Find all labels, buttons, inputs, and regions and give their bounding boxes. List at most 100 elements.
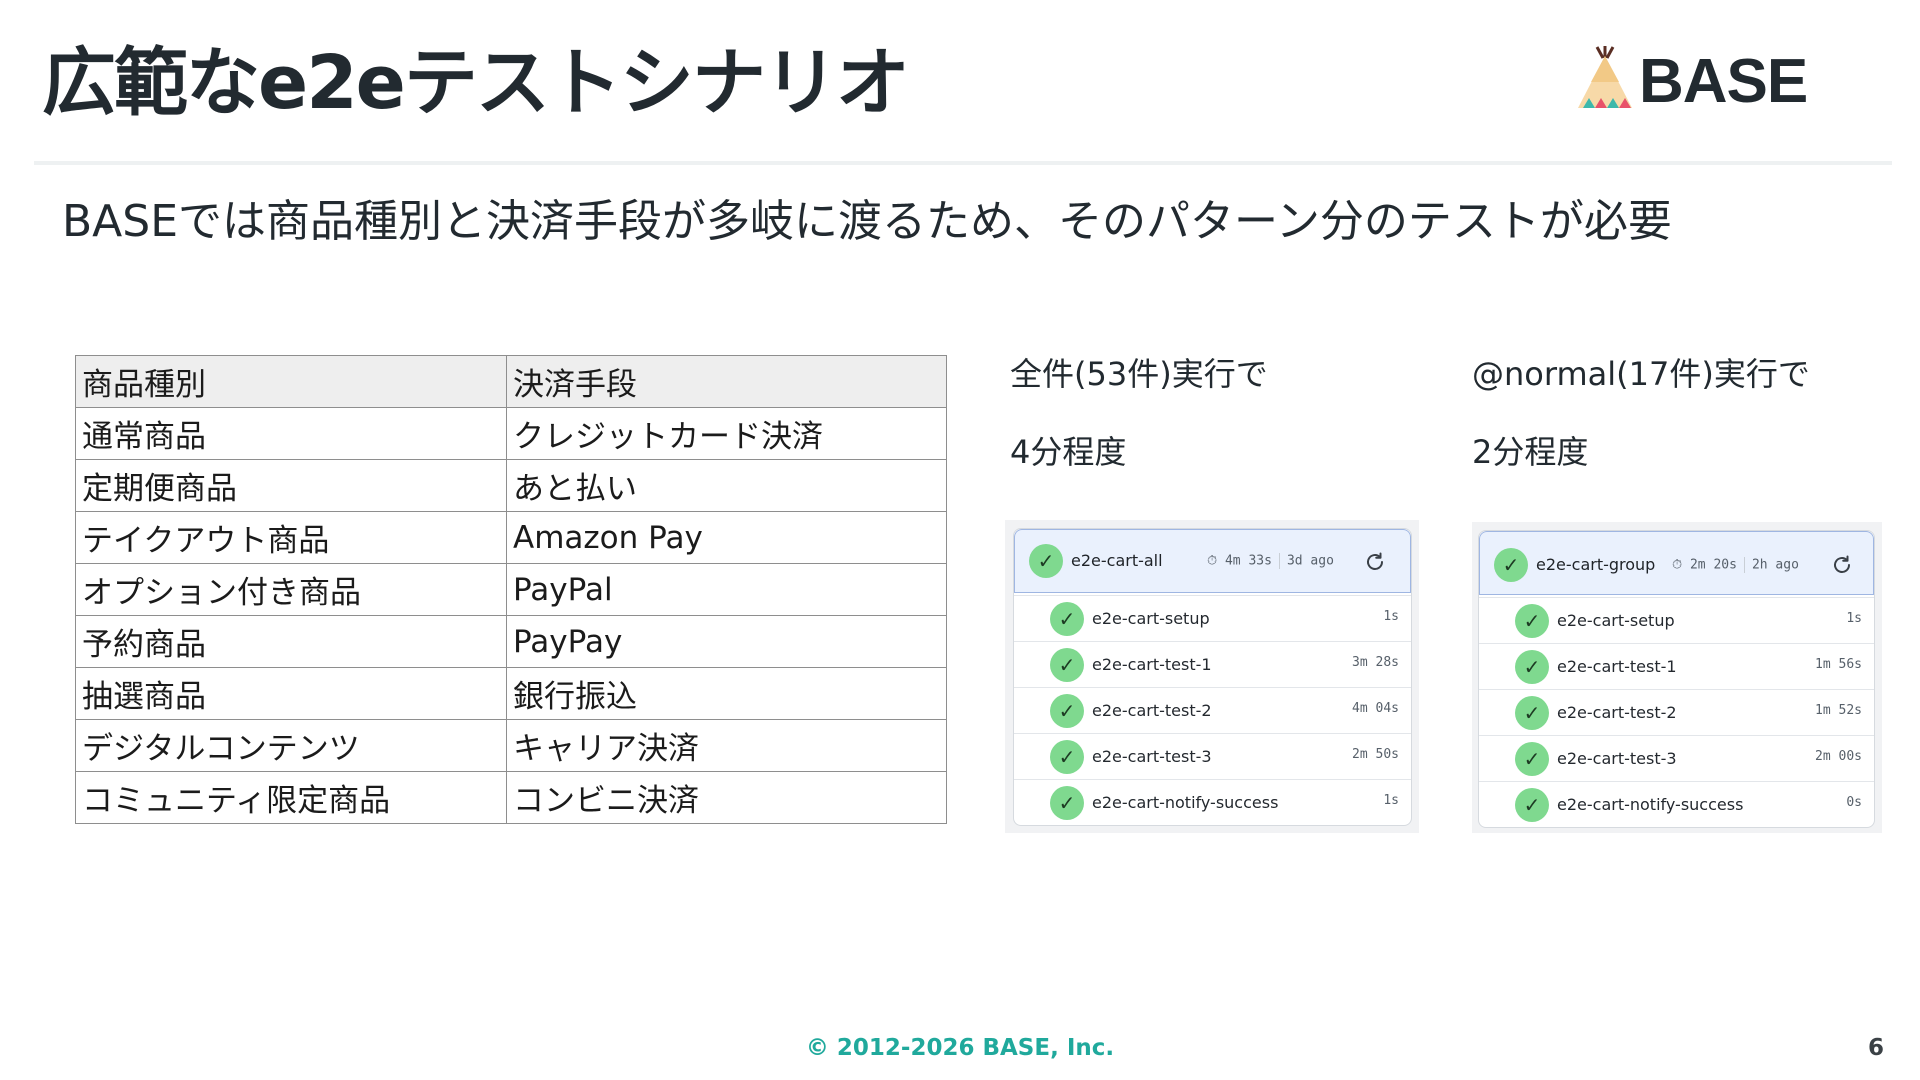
job-duration: 1s [1383, 793, 1399, 808]
table-cell: コミュニティ限定商品 [75, 771, 507, 824]
job-name[interactable]: e2e-cart-test-1 [1092, 655, 1212, 674]
job-name[interactable]: e2e-cart-test-2 [1092, 701, 1212, 720]
job-duration: 1s [1383, 609, 1399, 624]
logo-wordmark: BASE [1639, 47, 1808, 116]
workflow-header[interactable]: ✓ e2e-cart-all ⏱ 4m 33s 3d ago [1014, 529, 1411, 593]
workflow-ago: 2h ago [1751, 557, 1799, 573]
table-cell: オプション付き商品 [75, 563, 507, 616]
job-row[interactable]: ✓ e2e-cart-test-2 4m 04s [1014, 687, 1411, 734]
check-icon: ✓ [1515, 788, 1549, 822]
job-row[interactable]: ✓ e2e-cart-test-1 1m 56s [1479, 643, 1874, 690]
job-name[interactable]: e2e-cart-notify-success [1092, 793, 1278, 812]
product-payment-table: 商品種別 決済手段 通常商品 クレジットカード決済 定期便商品 あと払い テイク… [75, 355, 947, 824]
table-row: オプション付き商品 PayPal [75, 563, 947, 616]
table-row: 定期便商品 あと払い [75, 459, 947, 512]
table-cell: 通常商品 [75, 407, 507, 460]
job-row[interactable]: ✓ e2e-cart-test-3 2m 50s [1014, 733, 1411, 780]
check-icon: ✓ [1050, 786, 1084, 820]
table-cell: あと払い [506, 459, 947, 512]
workflow-screenshot-all: ✓ e2e-cart-all ⏱ 4m 33s 3d ago ✓ e2e-cart… [1005, 520, 1419, 833]
check-icon: ✓ [1515, 696, 1549, 730]
table-row: デジタルコンテンツ キャリア決済 [75, 719, 947, 772]
workflow-panel: ✓ e2e-cart-all ⏱ 4m 33s 3d ago ✓ e2e-cart… [1013, 528, 1412, 826]
job-duration: 4m 04s [1352, 701, 1399, 716]
job-name[interactable]: e2e-cart-test-2 [1557, 703, 1677, 722]
check-icon: ✓ [1050, 694, 1084, 728]
check-icon: ✓ [1029, 544, 1063, 578]
check-icon: ✓ [1515, 650, 1549, 684]
workflow-header[interactable]: ✓ e2e-cart-group ⏱ 2m 20s 2h ago [1479, 531, 1874, 595]
table-cell: Amazon Pay [506, 511, 947, 564]
workflow-duration: 4m 33s [1224, 553, 1272, 569]
job-name[interactable]: e2e-cart-test-3 [1092, 747, 1212, 766]
check-icon: ✓ [1515, 742, 1549, 776]
job-duration: 0s [1846, 795, 1862, 810]
job-name[interactable]: e2e-cart-test-3 [1557, 749, 1677, 768]
job-duration: 1s [1846, 611, 1862, 626]
job-row[interactable]: ✓ e2e-cart-setup 1s [1479, 597, 1874, 644]
workflow-screenshot-normal: ✓ e2e-cart-group ⏱ 2m 20s 2h ago ✓ e2e-ca… [1472, 522, 1882, 833]
stopwatch-icon: ⏱ [1672, 557, 1683, 573]
rerun-icon[interactable] [1830, 553, 1854, 577]
table-cell: 予約商品 [75, 615, 507, 668]
job-duration: 2m 00s [1815, 749, 1862, 764]
table-row: 抽選商品 銀行振込 [75, 667, 947, 720]
job-name[interactable]: e2e-cart-setup [1557, 611, 1675, 630]
table-cell: クレジットカード決済 [506, 407, 947, 460]
run-normal-label: @normal(17件)実行で [1472, 355, 1810, 393]
run-all-time: 4分程度 [1010, 433, 1127, 471]
job-row[interactable]: ✓ e2e-cart-notify-success 0s [1479, 781, 1874, 827]
job-row[interactable]: ✓ e2e-cart-notify-success 1s [1014, 779, 1411, 825]
table-cell: コンビニ決済 [506, 771, 947, 824]
rerun-icon[interactable] [1363, 550, 1387, 574]
table-cell: テイクアウト商品 [75, 511, 507, 564]
check-icon: ✓ [1050, 602, 1084, 636]
workflow-ago: 3d ago [1286, 553, 1334, 569]
workflow-name[interactable]: e2e-cart-group [1536, 555, 1655, 574]
check-icon: ✓ [1515, 604, 1549, 638]
page-number: 6 [1867, 1035, 1884, 1061]
copyright-footer: © 2012-2026 BASE, Inc. [805, 1035, 1115, 1061]
table-row: 通常商品 クレジットカード決済 [75, 407, 947, 460]
job-duration: 3m 28s [1352, 655, 1399, 670]
run-normal-time: 2分程度 [1472, 433, 1589, 471]
job-row[interactable]: ✓ e2e-cart-setup 1s [1014, 595, 1411, 642]
workflow-panel: ✓ e2e-cart-group ⏱ 2m 20s 2h ago ✓ e2e-ca… [1478, 530, 1875, 828]
job-row[interactable]: ✓ e2e-cart-test-3 2m 00s [1479, 735, 1874, 782]
check-icon: ✓ [1050, 648, 1084, 682]
workflow-meta: ⏱ 2m 20s 2h ago [1672, 557, 1799, 573]
job-duration: 2m 50s [1352, 747, 1399, 762]
title-divider [34, 161, 1892, 165]
teepee-logo-icon [1578, 46, 1632, 108]
table-cell: キャリア決済 [506, 719, 947, 772]
job-name[interactable]: e2e-cart-setup [1092, 609, 1210, 628]
run-all-label: 全件(53件)実行で [1010, 355, 1268, 393]
check-icon: ✓ [1050, 740, 1084, 774]
check-icon: ✓ [1494, 548, 1528, 582]
job-row[interactable]: ✓ e2e-cart-test-1 3m 28s [1014, 641, 1411, 688]
job-name[interactable]: e2e-cart-notify-success [1557, 795, 1743, 814]
table-row: テイクアウト商品 Amazon Pay [75, 511, 947, 564]
table-cell: PayPal [506, 563, 947, 616]
lead-text: BASEでは商品種別と決済手段が多岐に渡るため、そのパターン分のテストが必要 [62, 196, 1672, 247]
table-cell: 抽選商品 [75, 667, 507, 720]
workflow-name[interactable]: e2e-cart-all [1071, 551, 1163, 570]
slide-title: 広範なe2eテストシナリオ [42, 40, 910, 126]
table-cell: PayPay [506, 615, 947, 668]
column-header-product-type: 商品種別 [75, 355, 507, 408]
table-cell: 定期便商品 [75, 459, 507, 512]
job-row[interactable]: ✓ e2e-cart-test-2 1m 52s [1479, 689, 1874, 736]
table-row: 予約商品 PayPay [75, 615, 947, 668]
job-duration: 1m 56s [1815, 657, 1862, 672]
stopwatch-icon: ⏱ [1207, 553, 1218, 569]
table-header-row: 商品種別 決済手段 [75, 355, 947, 408]
workflow-duration: 2m 20s [1689, 557, 1737, 573]
base-logo: BASE [1575, 44, 1808, 118]
column-header-payment-method: 決済手段 [506, 355, 947, 408]
table-cell: デジタルコンテンツ [75, 719, 507, 772]
job-name[interactable]: e2e-cart-test-1 [1557, 657, 1677, 676]
table-row: コミュニティ限定商品 コンビニ決済 [75, 771, 947, 824]
workflow-meta: ⏱ 4m 33s 3d ago [1207, 553, 1334, 569]
table-cell: 銀行振込 [506, 667, 947, 720]
job-duration: 1m 52s [1815, 703, 1862, 718]
